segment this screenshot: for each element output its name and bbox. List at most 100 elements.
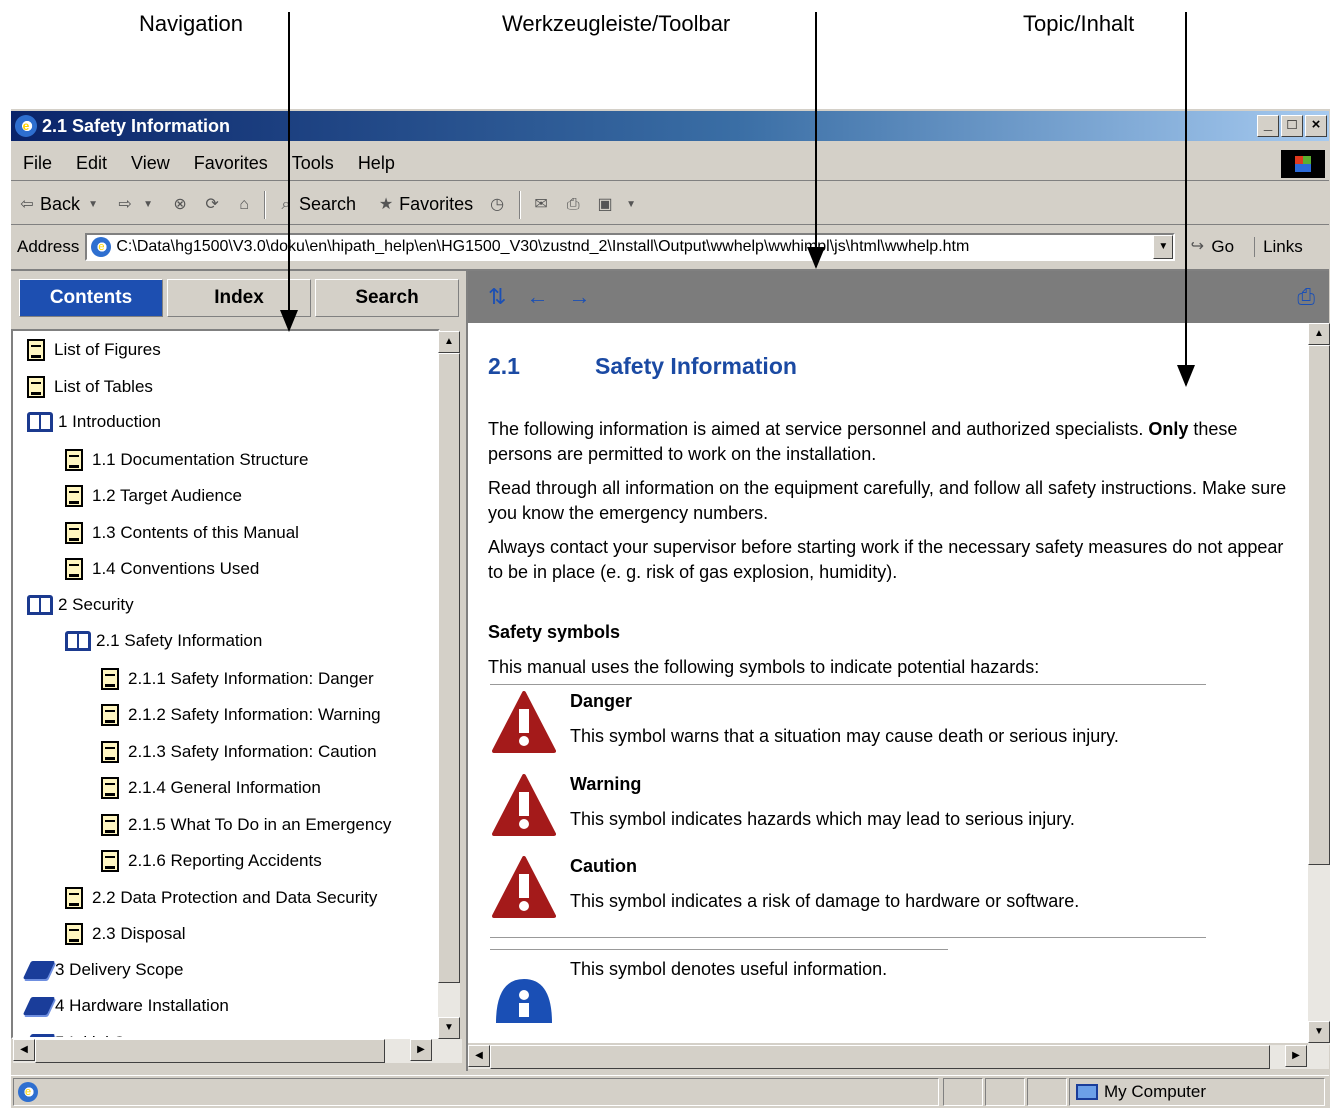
go-button[interactable]: ↪ Go bbox=[1187, 237, 1234, 257]
menu-help[interactable]: Help bbox=[346, 153, 407, 174]
search-button[interactable]: ⌕ Search bbox=[270, 194, 362, 215]
toc-item[interactable]: 1 Introduction bbox=[27, 412, 161, 432]
toc-item[interactable]: 2.3 Disposal bbox=[65, 923, 186, 945]
toc-item[interactable]: 2 Security bbox=[27, 594, 134, 615]
favorites-button[interactable]: ★ Favorites bbox=[370, 194, 479, 215]
scroll-left-button[interactable]: ◀ bbox=[13, 1039, 35, 1061]
back-button[interactable]: ⇦ Back ▼ bbox=[11, 194, 109, 215]
annotation-topic: Topic/Inhalt bbox=[1023, 11, 1135, 36]
address-input[interactable]: e C:\Data\hg1500\V3.0\doku\en\hipath_hel… bbox=[85, 233, 1176, 261]
history-icon[interactable]: ◷ bbox=[487, 195, 507, 215]
scroll-up-button[interactable]: ▲ bbox=[1308, 323, 1330, 345]
page-icon bbox=[101, 704, 119, 726]
toc-item[interactable]: 2.1.1 Safety Information: Danger bbox=[101, 667, 374, 690]
page-icon bbox=[27, 375, 45, 398]
chevron-down-icon[interactable]: ▼ bbox=[1153, 235, 1174, 259]
toc-item[interactable]: 2.1.5 What To Do in an Emergency bbox=[101, 813, 392, 836]
toc-item[interactable]: 1.4 Conventions Used bbox=[65, 558, 259, 580]
topic-horizontal-scrollbar[interactable]: ◀ ▶ bbox=[468, 1045, 1329, 1069]
toc-item[interactable]: 2.1.6 Reporting Accidents bbox=[101, 850, 322, 872]
page-icon bbox=[101, 777, 119, 799]
toc-item[interactable]: List of Tables bbox=[27, 375, 153, 398]
annotation-navigation: Navigation bbox=[139, 11, 243, 36]
toc-item[interactable]: 2.1 Safety Information bbox=[65, 631, 262, 651]
scroll-right-button[interactable]: ▶ bbox=[410, 1039, 432, 1061]
scroll-down-button[interactable]: ▼ bbox=[1308, 1021, 1330, 1043]
page-icon bbox=[65, 558, 83, 580]
tab-contents[interactable]: Contents bbox=[19, 279, 163, 317]
scroll-right-button[interactable]: ▶ bbox=[1285, 1045, 1307, 1067]
danger-row: Danger This symbol warns that a situation… bbox=[492, 691, 1119, 755]
toc-item[interactable]: 2.2 Data Protection and Data Security bbox=[65, 886, 377, 909]
symbols-intro: This manual uses the following symbols t… bbox=[488, 657, 1040, 677]
scroll-thumb[interactable] bbox=[438, 353, 460, 983]
toc-item-label: 2.1.5 What To Do in an Emergency bbox=[128, 814, 392, 834]
symbols-heading: Safety symbols bbox=[488, 622, 621, 642]
print-icon[interactable]: ⎙ bbox=[563, 195, 583, 215]
previous-icon[interactable]: ← bbox=[526, 284, 548, 310]
scroll-thumb[interactable] bbox=[35, 1039, 385, 1063]
warning-text: This symbol indicates hazards which may … bbox=[570, 809, 1075, 829]
toc-item[interactable]: List of Figures bbox=[27, 339, 161, 361]
print-icon[interactable]: ⎙ bbox=[1297, 284, 1315, 310]
tab-search[interactable]: Search bbox=[315, 279, 459, 317]
nav-vertical-scrollbar[interactable]: ▲ ▼ bbox=[438, 331, 460, 1039]
sync-toc-icon[interactable]: ⇅ bbox=[488, 284, 506, 310]
stop-icon[interactable]: ⊗ bbox=[170, 195, 190, 215]
address-bar: Address e C:\Data\hg1500\V3.0\doku\en\hi… bbox=[11, 229, 1329, 265]
title-bar[interactable]: e 2.1 Safety Information _ □ × bbox=[11, 111, 1329, 141]
scroll-thumb[interactable] bbox=[490, 1045, 1270, 1069]
close-button[interactable]: × bbox=[1305, 115, 1327, 137]
navigation-pane: Contents Index Search List of Figures Lis… bbox=[11, 269, 466, 1071]
address-label: Address bbox=[17, 237, 80, 256]
menu-edit[interactable]: Edit bbox=[64, 153, 119, 174]
scroll-down-button[interactable]: ▼ bbox=[438, 1017, 460, 1039]
toc-item[interactable]: 3 Delivery Scope bbox=[22, 960, 184, 980]
toc-item[interactable]: 2.1.4 General Information bbox=[101, 777, 321, 799]
menu-favorites[interactable]: Favorites bbox=[182, 153, 280, 174]
scroll-left-button[interactable]: ◀ bbox=[468, 1045, 490, 1067]
paragraph-2: Read through all information on the equi… bbox=[488, 478, 1287, 523]
toc-item-label: 2.1.6 Reporting Accidents bbox=[128, 851, 322, 870]
page-icon bbox=[65, 448, 83, 471]
page-icon bbox=[101, 850, 119, 872]
maximize-button[interactable]: □ bbox=[1281, 115, 1303, 137]
toc-item[interactable]: 2.1.3 Safety Information: Caution bbox=[101, 740, 377, 763]
nav-horizontal-scrollbar[interactable]: ◀ ▶ bbox=[13, 1039, 462, 1063]
chevron-down-icon[interactable]: ▼ bbox=[621, 195, 641, 215]
minimize-button[interactable]: _ bbox=[1257, 115, 1279, 137]
search-label: Search bbox=[299, 194, 357, 214]
forward-button[interactable]: ⇨ ▼ bbox=[109, 195, 164, 215]
status-pane bbox=[943, 1077, 983, 1106]
menu-file[interactable]: File bbox=[11, 153, 64, 174]
edit-icon[interactable]: ▣ bbox=[595, 195, 615, 215]
home-icon[interactable]: ⌂ bbox=[234, 195, 254, 215]
topic-arrow bbox=[1177, 12, 1195, 387]
contents-tree: List of Figures List of Tables 1 Introduct… bbox=[11, 329, 440, 1039]
page-icon: e bbox=[91, 237, 112, 257]
browser-window: e 2.1 Safety Information _ □ × File Edit… bbox=[10, 108, 1330, 1108]
toc-item[interactable]: 1.1 Documentation Structure bbox=[65, 448, 308, 471]
topic-vertical-scrollbar[interactable]: ▲ ▼ bbox=[1308, 323, 1330, 1045]
refresh-icon[interactable]: ⟳ bbox=[202, 195, 222, 215]
toc-item[interactable]: 1.2 Target Audience bbox=[65, 485, 242, 507]
toc-item[interactable]: 1.3 Contents of this Manual bbox=[65, 521, 299, 544]
closed-book-icon bbox=[22, 960, 56, 979]
scroll-up-button[interactable]: ▲ bbox=[438, 331, 460, 353]
page-icon bbox=[101, 740, 119, 763]
page-icon bbox=[65, 521, 83, 544]
forward-arrow-icon: ⇨ bbox=[118, 195, 132, 213]
page-icon bbox=[65, 485, 83, 507]
toc-item[interactable]: 2.1.2 Safety Information: Warning bbox=[101, 704, 381, 726]
paragraph-1: The following information is aimed at se… bbox=[488, 419, 1238, 464]
next-icon[interactable]: → bbox=[568, 284, 590, 310]
mail-icon[interactable]: ✉ bbox=[531, 195, 551, 215]
toc-item[interactable]: 4 Hardware Installation bbox=[22, 996, 229, 1016]
status-pane bbox=[985, 1077, 1025, 1106]
page-icon bbox=[65, 886, 83, 909]
menu-view[interactable]: View bbox=[119, 153, 182, 174]
navigation-arrow bbox=[280, 12, 298, 332]
links-button[interactable]: Links bbox=[1254, 237, 1303, 257]
back-arrow-icon: ⇦ bbox=[20, 195, 34, 213]
scroll-thumb[interactable] bbox=[1308, 345, 1330, 865]
